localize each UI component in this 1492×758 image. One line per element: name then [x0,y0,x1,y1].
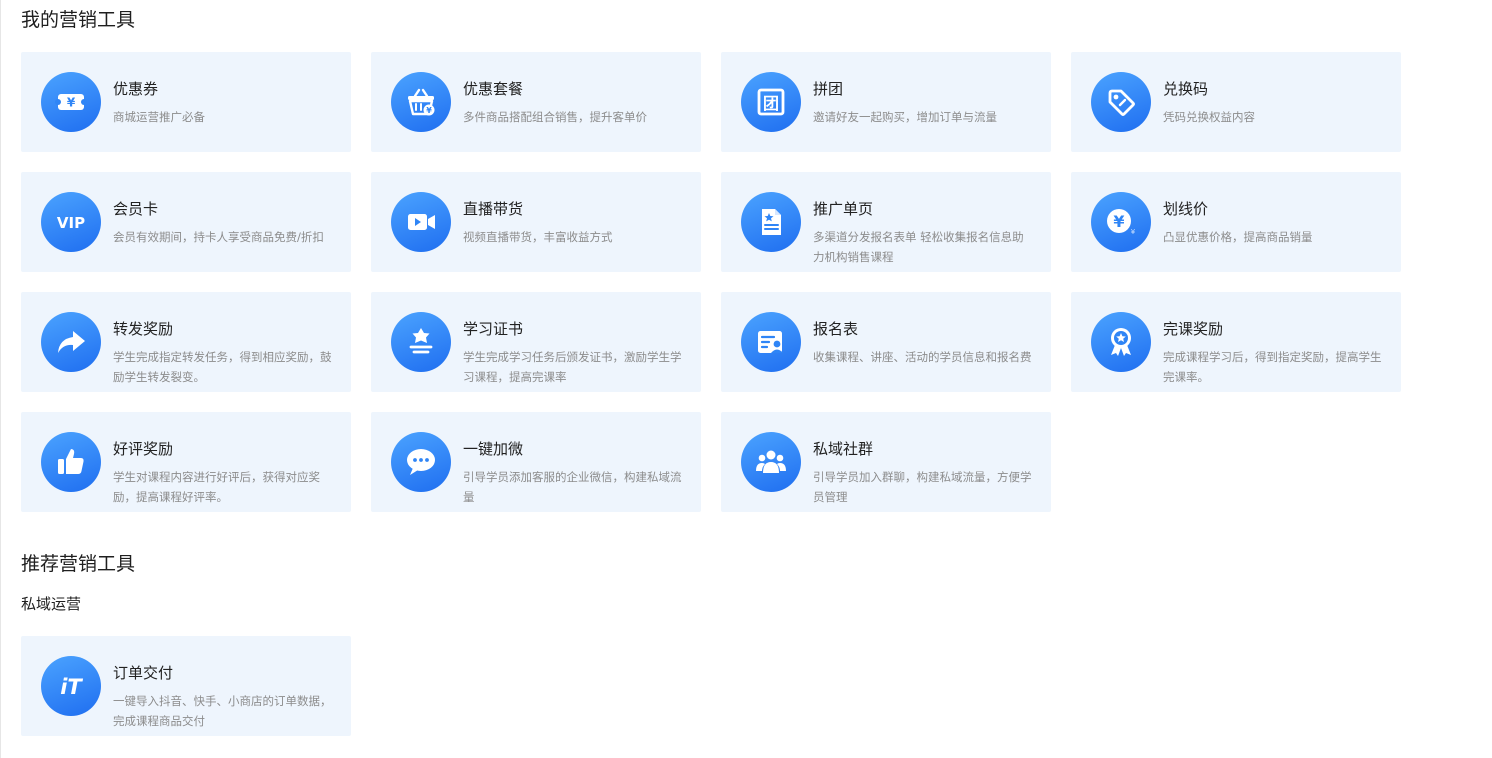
tool-title: 划线价 [1163,200,1209,218]
svg-text:¥: ¥ [67,96,76,110]
tool-title: 学习证书 [463,320,524,338]
tool-description: 商城运营推广必备 [113,110,205,124]
tool-title: 报名表 [813,320,859,338]
my-tools-grid: ¥ 优惠券 商城运营推广必备 ¥ 优惠套餐 多件商品搭配组合销售，提升客单价 团… [21,52,1401,512]
svg-text:¥: ¥ [1131,228,1136,236]
recommended-tools-grid: iT 订单交付 一键导入抖音、快手、小商店的订单数据，完成课程商品交付 [21,636,1401,736]
coupon-icon: ¥ [41,72,101,132]
tool-title: 完课奖励 [1163,320,1224,338]
tool-description: 学生完成学习任务后颁发证书，激励学生学习课程，提高完课率 [463,350,682,384]
tool-title: 兑换码 [1163,80,1209,98]
tool-description: 凭码兑换权益内容 [1163,110,1255,124]
tool-title: 推广单页 [813,200,874,218]
tool-card-promo-page[interactable]: 推广单页 多渠道分发报名表单 轻松收集报名信息助力机构销售课程 [721,172,1051,272]
tool-card-strikethrough-price[interactable]: ¥ ¥ 划线价 凸显优惠价格，提高商品销量 [1071,172,1401,272]
tool-description: 一键导入抖音、快手、小商店的订单数据，完成课程商品交付 [113,694,332,728]
tool-card-order-delivery[interactable]: iT 订单交付 一键导入抖音、快手、小商店的订单数据，完成课程商品交付 [21,636,351,736]
tool-title: 转发奖励 [113,320,174,338]
tool-description: 凸显优惠价格，提高商品销量 [1163,230,1313,244]
tool-description: 学生对课程内容进行好评后，获得对应奖励，提高课程好评率。 [113,470,320,504]
document-star-icon [741,192,801,252]
private-operations-subheading: 私域运营 [21,595,82,613]
thumbs-up-icon [41,432,101,492]
tool-title: 拼团 [813,80,844,98]
tool-card-share-reward[interactable]: 转发奖励 学生完成指定转发任务，得到相应奖励，鼓励学生转发裂变。 [21,292,351,392]
tool-card-private-community[interactable]: 私域社群 引导学员加入群聊，构建私域流量，方便学员管理 [721,412,1051,512]
tool-card-add-wechat[interactable]: 一键加微 引导学员添加客服的企业微信，构建私域流量 [371,412,701,512]
tool-description: 完成课程学习后，得到指定奖励，提高学生完课率。 [1163,350,1382,384]
svg-text:VIP: VIP [57,214,85,232]
tool-description: 邀请好友一起购买，增加订单与流量 [813,110,997,124]
medal-icon [1091,312,1151,372]
tool-description: 多件商品搭配组合销售，提升客单价 [463,110,647,124]
basket-icon: ¥ [391,72,451,132]
tool-card-bundle[interactable]: ¥ 优惠套餐 多件商品搭配组合销售，提升客单价 [371,52,701,152]
tool-card-group-buy[interactable]: 团 拼团 邀请好友一起购买，增加订单与流量 [721,52,1051,152]
left-divider [0,0,1,758]
svg-text:¥: ¥ [1113,212,1124,231]
tool-title: 直播带货 [463,200,524,218]
yen-coin-icon: ¥ ¥ [1091,192,1151,252]
form-user-icon [741,312,801,372]
order-icon: iT [41,656,101,716]
recommended-tools-heading: 推荐营销工具 [21,553,136,575]
svg-text:团: 团 [763,94,779,113]
svg-text:iT: iT [60,675,83,699]
tool-title: 订单交付 [113,664,174,682]
tool-description: 学生完成指定转发任务，得到相应奖励，鼓励学生转发裂变。 [113,350,332,384]
tool-description: 引导学员添加客服的企业微信，构建私域流量 [463,470,682,504]
certificate-icon [391,312,451,372]
tool-card-review-reward[interactable]: 好评奖励 学生对课程内容进行好评后，获得对应奖励，提高课程好评率。 [21,412,351,512]
tool-card-certificate[interactable]: 学习证书 学生完成学习任务后颁发证书，激励学生学习课程，提高完课率 [371,292,701,392]
community-icon [741,432,801,492]
tool-card-membership[interactable]: VIP 会员卡 会员有效期间，持卡人享受商品免费/折扣 [21,172,351,272]
tool-description: 会员有效期间，持卡人享受商品免费/折扣 [113,230,324,244]
tool-description: 多渠道分发报名表单 轻松收集报名信息助力机构销售课程 [813,230,1024,264]
tool-description: 引导学员加入群聊，构建私域流量，方便学员管理 [813,470,1032,504]
tool-title: 好评奖励 [113,440,174,458]
tool-title: 私域社群 [813,440,874,458]
tool-title: 优惠套餐 [463,80,524,98]
my-tools-heading: 我的营销工具 [21,9,136,31]
tool-card-live-selling[interactable]: 直播带货 视频直播带货，丰富收益方式 [371,172,701,272]
video-camera-icon [391,192,451,252]
tool-description: 视频直播带货，丰富收益方式 [463,230,613,244]
tool-title: 优惠券 [113,80,159,98]
tool-card-redeem-code[interactable]: 兑换码 凭码兑换权益内容 [1071,52,1401,152]
group-buy-icon: 团 [741,72,801,132]
share-arrow-icon [41,312,101,372]
tool-title: 会员卡 [113,200,159,218]
tool-description: 收集课程、讲座、活动的学员信息和报名费 [813,350,1032,364]
svg-text:¥: ¥ [426,106,432,115]
tag-icon [1091,72,1151,132]
chat-bubble-icon [391,432,451,492]
tool-card-signup-form[interactable]: 报名表 收集课程、讲座、活动的学员信息和报名费 [721,292,1051,392]
vip-icon: VIP [41,192,101,252]
tool-title: 一键加微 [463,440,524,458]
tool-card-completion-reward[interactable]: 完课奖励 完成课程学习后，得到指定奖励，提高学生完课率。 [1071,292,1401,392]
tool-card-coupon[interactable]: ¥ 优惠券 商城运营推广必备 [21,52,351,152]
